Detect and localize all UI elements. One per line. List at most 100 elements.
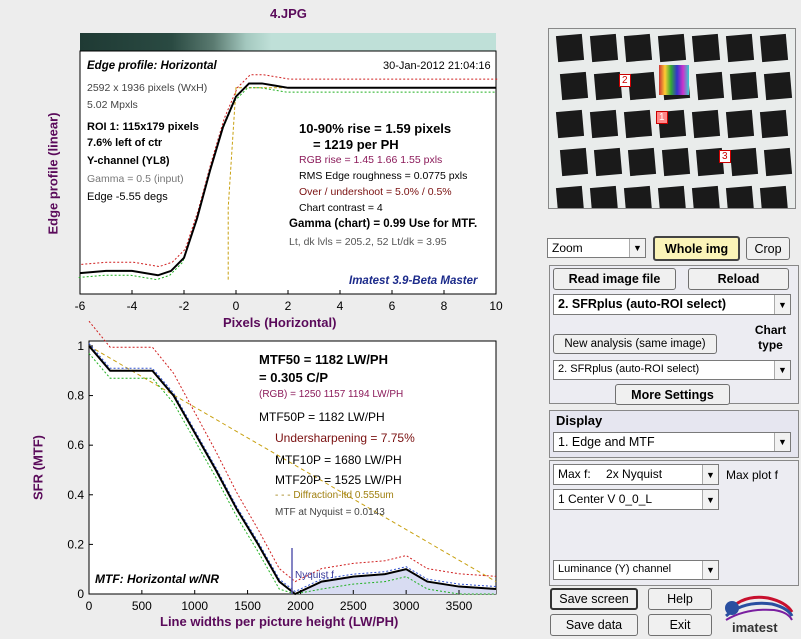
- xtick-label: 3000: [393, 599, 420, 613]
- thumb-square: [759, 109, 789, 139]
- xtick-label: 1500: [234, 599, 261, 613]
- thumb-square: [559, 71, 589, 101]
- ytick-label: 0.8: [67, 389, 84, 403]
- roi-select[interactable]: 1 Center V 0_0_L ▼: [553, 489, 719, 510]
- chevron-down-icon: ▼: [774, 433, 790, 451]
- chevron-down-icon: ▼: [774, 361, 790, 379]
- save-screen-button[interactable]: Save screen: [550, 588, 638, 610]
- ytick-label: 1: [77, 339, 84, 353]
- edge-strip-image: [80, 33, 496, 51]
- analysis-type-select[interactable]: 2. SFRplus (auto-ROI select) ▼: [553, 294, 791, 315]
- thumb-square: [661, 147, 691, 177]
- thumb-square: [725, 33, 755, 63]
- chart-contrast: Chart contrast = 4: [299, 202, 383, 214]
- thumb-square: [623, 33, 653, 63]
- mtf50p: MTF50P = 1182 LW/PH: [259, 410, 385, 424]
- rise-line1: 10-90% rise = 1.59 pixels: [299, 121, 452, 136]
- overshoot: Over / undershoot = 5.0% / 0.5%: [299, 186, 452, 198]
- thumb-square: [589, 109, 619, 139]
- edge-plot-watermark: Imatest 3.9-Beta Master: [349, 275, 478, 287]
- thumb-square: [695, 71, 725, 101]
- color-checker-patch: [659, 65, 689, 95]
- xtick-label: 6: [389, 299, 396, 313]
- exit-button[interactable]: Exit: [648, 614, 712, 636]
- gamma-chart: Gamma (chart) = 0.99 Use for MTF.: [289, 218, 478, 230]
- thumb-square: [593, 147, 623, 177]
- mtf10p: MTF10P = 1680 LW/PH: [275, 453, 402, 467]
- zoom-select[interactable]: Zoom ▼: [547, 238, 646, 258]
- mtf50-rgb: (RGB) = 1250 1157 1194 LW/PH: [259, 389, 404, 400]
- gamma-input: Gamma = 0.5 (input): [87, 173, 184, 185]
- thumb-square: [627, 71, 657, 101]
- help-button[interactable]: Help: [648, 588, 712, 610]
- image-size: 2592 x 1936 pixels (WxH): [87, 82, 208, 94]
- new-analysis-button[interactable]: New analysis (same image): [553, 334, 717, 354]
- display-label: Display: [556, 413, 603, 428]
- more-settings-button[interactable]: More Settings: [615, 384, 730, 405]
- thumb-square: [725, 185, 755, 208]
- thumb-square: [763, 147, 793, 177]
- xtick-label: 2000: [287, 599, 314, 613]
- chevron-down-icon: ▼: [702, 561, 718, 579]
- undersharpening: Undersharpening = 7.75%: [275, 431, 415, 445]
- thumb-square: [759, 33, 789, 63]
- edge-angle: Edge -5.55 degs: [87, 191, 168, 203]
- xtick-label: 8: [441, 299, 448, 313]
- chart-type-select[interactable]: 2. SFRplus (auto-ROI select) ▼: [553, 360, 791, 380]
- xtick-label: 2: [285, 299, 292, 313]
- nyquist-label: Nyquist f: [295, 570, 334, 581]
- thumb-square: [725, 109, 755, 139]
- thumb-square: [657, 33, 687, 63]
- rgb-rise: RGB rise = 1.45 1.66 1.55 pxls: [299, 154, 443, 166]
- display-select[interactable]: 1. Edge and MTF ▼: [553, 432, 791, 452]
- imatest-logo: imatest: [722, 590, 794, 636]
- roi-size: ROI 1: 115x179 pixels: [87, 121, 199, 133]
- thumb-square: [623, 185, 653, 208]
- crop-button[interactable]: Crop: [746, 237, 790, 260]
- thumb-label-3: 3: [719, 150, 731, 163]
- mtf-plot-ylabel: SFR (MTF): [30, 435, 46, 500]
- chevron-down-icon: ▼: [629, 239, 645, 257]
- xtick-label: -6: [75, 299, 86, 313]
- reload-button[interactable]: Reload: [688, 268, 789, 290]
- xtick-label: -4: [127, 299, 138, 313]
- thumb-square: [627, 147, 657, 177]
- rise-line2: = 1219 per PH: [313, 137, 399, 152]
- thumb-square: [691, 185, 721, 208]
- image-thumbnail[interactable]: 2 1 3: [548, 28, 796, 209]
- xtick-label: 0: [86, 599, 93, 613]
- thumb-label-2: 2: [619, 74, 631, 87]
- xtick-label: 0: [233, 299, 240, 313]
- mtf20p: MTF20P = 1525 LW/PH: [275, 473, 402, 487]
- chevron-down-icon: ▼: [774, 295, 790, 314]
- edge-plot-xlabel: Pixels (Horizontal): [223, 315, 337, 330]
- save-data-button[interactable]: Save data: [550, 614, 638, 636]
- channel-label: Y-channel (YL8): [87, 155, 170, 167]
- thumbnail-squares: [549, 29, 795, 208]
- xtick-label: 4: [337, 299, 344, 313]
- image-mpxls: 5.02 Mpxls: [87, 99, 138, 111]
- thumb-square: [763, 71, 793, 101]
- thumb-square: [759, 185, 789, 208]
- thumb-square: [623, 109, 653, 139]
- light-dark-levels: Lt, dk lvls = 205.2, 52 Lt/dk = 3.95: [289, 236, 447, 248]
- chevron-down-icon: ▼: [702, 465, 718, 484]
- chevron-down-icon: ▼: [702, 490, 718, 509]
- max-f-select[interactable]: Max f: 2x Nyquist ▼: [553, 464, 719, 485]
- xtick-label: 1000: [181, 599, 208, 613]
- edge-plot-title: Edge profile: Horizontal: [87, 60, 217, 72]
- edge-plot-timestamp: 30-Jan-2012 21:04:16: [383, 60, 491, 72]
- mtf50: MTF50 = 1182 LW/PH: [259, 352, 388, 367]
- thumb-square: [589, 185, 619, 208]
- thumb-square: [589, 33, 619, 63]
- chart-type-label: Chart type: [754, 323, 787, 352]
- channel-select[interactable]: Luminance (Y) channel ▼: [553, 560, 719, 580]
- thumb-square: [555, 109, 585, 139]
- whole-img-button[interactable]: Whole img: [653, 236, 740, 261]
- thumb-label-1: 1: [656, 111, 668, 124]
- thumb-square: [559, 147, 589, 177]
- read-image-button[interactable]: Read image file: [553, 268, 676, 290]
- ytick-label: 0.4: [67, 488, 84, 502]
- thumb-square: [593, 71, 623, 101]
- thumb-square: [657, 185, 687, 208]
